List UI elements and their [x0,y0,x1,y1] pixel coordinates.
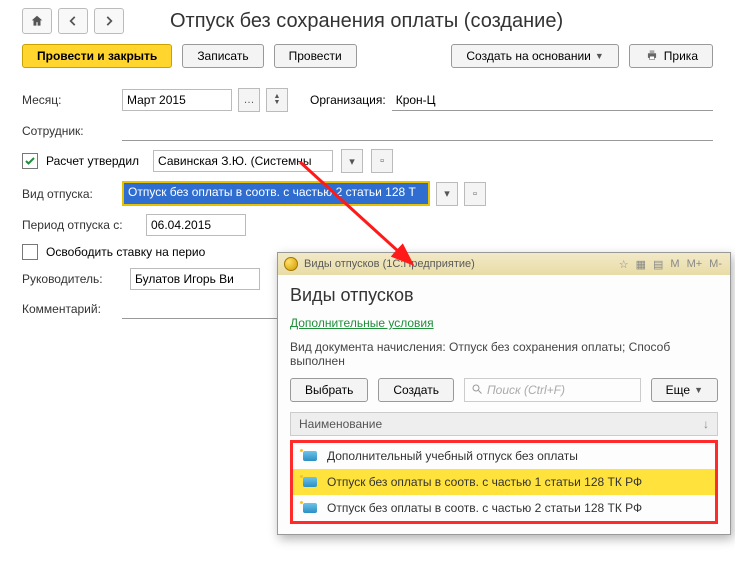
submit-button[interactable]: Провести [274,44,357,68]
list-item-label: Отпуск без оплаты в соотв. с частью 1 ст… [327,475,642,489]
search-icon [471,383,483,398]
select-button[interactable]: Выбрать [290,378,368,402]
period-from-label: Период отпуска с: [22,218,140,232]
manager-label: Руководитель: [22,272,124,286]
home-button[interactable] [22,8,52,34]
print-button[interactable]: Прика [629,44,713,68]
more-label: Еще [666,383,690,397]
leave-type-label: Вид отпуска: [22,187,116,201]
sort-indicator-icon: ↓ [703,417,709,431]
calc-approved-checkbox[interactable] [22,153,38,169]
toolbar-m-minus[interactable]: M- [707,258,724,270]
leave-types-popup: Виды отпусков (1С:Предприятие) ☆ ▦ ▤ M M… [277,252,731,535]
list-item[interactable]: Отпуск без оплаты в соотв. с частью 2 ст… [293,495,715,521]
list-item[interactable]: Дополнительный учебный отпуск без оплаты [293,443,715,469]
column-name: Наименование [299,417,382,431]
leave-type-dropdown-button[interactable]: ▾ [436,182,458,206]
search-placeholder: Поиск (Ctrl+F) [487,383,565,397]
manager-field[interactable] [130,268,260,290]
more-button[interactable]: Еще ▼ [651,378,718,402]
extra-conditions-link[interactable]: Дополнительные условия [290,316,718,330]
list-item-label: Дополнительный учебный отпуск без оплаты [327,449,578,463]
printer-icon [644,48,660,65]
search-input[interactable]: Поиск (Ctrl+F) [464,378,641,402]
approver-field[interactable] [153,150,333,172]
popup-title-bar: Виды отпусков (1С:Предприятие) ☆ ▦ ▤ M M… [278,253,730,275]
forward-button[interactable] [94,8,124,34]
month-label: Месяц: [22,93,116,107]
create-based-label: Создать на основании [466,49,591,63]
chevron-down-icon: ▼ [694,385,703,395]
toolbar-m-plus[interactable]: M+ [685,258,705,270]
chevron-down-icon: ▼ [595,51,604,61]
page-title: Отпуск без сохранения оплаты (создание) [170,10,563,33]
employee-field[interactable] [122,120,713,141]
list-highlight-box: Дополнительный учебный отпуск без оплаты… [290,440,718,524]
create-button[interactable]: Создать [378,378,454,402]
month-stepper[interactable]: ▲▼ [266,88,288,112]
print-label: Прика [664,49,698,63]
toolbar-m[interactable]: M [668,258,681,270]
list-item[interactable]: Отпуск без оплаты в соотв. с частью 1 ст… [293,469,715,495]
leave-type-open-button[interactable]: ▫ [464,182,486,206]
month-picker-button[interactable]: … [238,88,260,112]
toolbar-icon[interactable]: ▤ [651,258,665,271]
release-rate-label: Освободить ставку на перио [46,245,205,259]
back-button[interactable] [58,8,88,34]
create-based-button[interactable]: Создать на основании ▼ [451,44,618,68]
popup-heading: Виды отпусков [290,285,718,306]
doc-type-line: Вид документа начисления: Отпуск без сох… [290,340,718,368]
month-field[interactable] [122,89,232,111]
approver-open-button[interactable]: ▫ [371,149,393,173]
leave-type-icon [303,477,317,487]
approver-dropdown-button[interactable]: ▾ [341,149,363,173]
calc-approved-label: Расчет утвердил [46,154,139,168]
submit-close-button[interactable]: Провести и закрыть [22,44,172,68]
save-button[interactable]: Записать [182,44,263,68]
org-label: Организация: [310,93,386,107]
toolbar-icon[interactable]: ☆ [617,258,631,271]
leave-type-field[interactable]: Отпуск без оплаты в соотв. с частью 2 ст… [124,183,428,204]
popup-window-title: Виды отпусков (1С:Предприятие) [304,258,475,270]
release-rate-checkbox[interactable] [22,244,38,260]
leave-type-icon [303,503,317,513]
period-from-field[interactable] [146,214,246,236]
list-header[interactable]: Наименование ↓ [290,412,718,436]
toolbar-icon[interactable]: ▦ [634,258,648,271]
app-icon [284,257,298,271]
leave-type-field-wrap: Отпуск без оплаты в соотв. с частью 2 ст… [122,181,430,206]
list-item-label: Отпуск без оплаты в соотв. с частью 2 ст… [327,501,642,515]
employee-label: Сотрудник: [22,124,116,138]
comment-label: Комментарий: [22,302,116,316]
leave-type-icon [303,451,317,461]
org-field[interactable] [392,90,713,111]
